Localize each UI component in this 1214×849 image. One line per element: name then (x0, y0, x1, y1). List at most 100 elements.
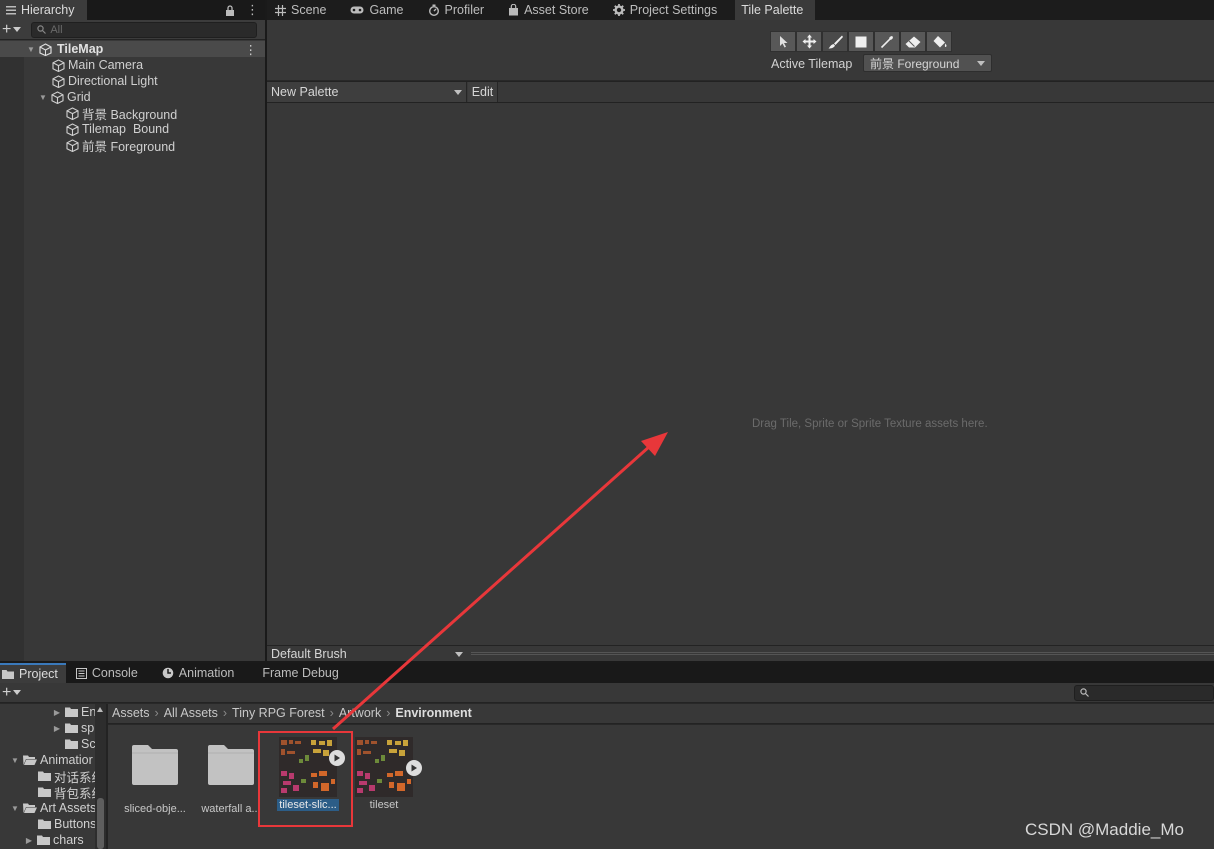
rectangle-icon (855, 36, 867, 48)
tab-label: Console (91, 666, 138, 680)
create-dropdown-button[interactable]: + (0, 20, 22, 38)
item-label: chars (53, 833, 84, 847)
tab-label: Animation (178, 666, 235, 680)
edit-palette-button[interactable]: Edit (468, 82, 498, 102)
chevron-down-icon[interactable]: ▼ (10, 755, 20, 765)
brush-icon (828, 35, 843, 49)
folder-icon (37, 835, 50, 845)
create-asset-dropdown-button[interactable]: + (0, 683, 22, 701)
tab-game[interactable]: Game (334, 0, 411, 20)
bag-icon (508, 4, 519, 16)
tab-profiler[interactable]: Profiler (412, 0, 493, 20)
play-icon[interactable] (406, 760, 422, 776)
tree-item-art-assets[interactable]: ▼ Art Assets (10, 800, 96, 816)
item-label: Art Assets (40, 801, 97, 815)
eraser-tool-button[interactable] (900, 31, 926, 52)
tree-item-chars[interactable]: ▶ chars (24, 832, 84, 848)
hierarchy-item-directional-light[interactable]: Directional Light (52, 73, 158, 89)
folder-icon (65, 739, 78, 749)
tree-scrollbar[interactable] (95, 704, 106, 849)
chevron-down-icon[interactable]: ▼ (38, 92, 48, 102)
folder-open-icon (23, 803, 37, 813)
tab-animation[interactable]: Animation (146, 663, 243, 683)
select-tool-button[interactable] (770, 31, 796, 52)
hierarchy-item-background[interactable]: 背景 Background (66, 105, 177, 122)
breadcrumb-item-environment[interactable]: Environment (395, 706, 471, 720)
grid-icon (275, 4, 286, 16)
tab-project-settings[interactable]: Project Settings (597, 0, 726, 20)
lock-icon[interactable] (220, 0, 240, 20)
top-tabbar: Scene Game Profiler Asset Store Project … (267, 0, 1214, 20)
hierarchy-item-main-camera[interactable]: Main Camera (52, 57, 143, 73)
tab-hierarchy[interactable]: Hierarchy (0, 0, 87, 20)
breadcrumb-bar: Assets › All Assets › Tiny RPG Forest › … (108, 704, 1214, 724)
search-placeholder: All (50, 23, 63, 36)
project-search-input[interactable] (1074, 684, 1214, 701)
item-label: sp (81, 721, 95, 735)
move-tool-button[interactable] (796, 31, 822, 52)
chevron-right-icon[interactable]: ▶ (52, 723, 62, 733)
chevron-down-icon[interactable]: ▼ (26, 44, 36, 54)
tree-item-sp[interactable]: ▶ sp (52, 720, 94, 736)
search-icon (1080, 688, 1089, 697)
hierarchy-tabbar: Hierarchy ⋮ (0, 0, 265, 20)
project-toolbar: + (0, 683, 1214, 703)
palette-select-dropdown[interactable]: New Palette (267, 82, 467, 102)
tab-label: Game (369, 3, 404, 17)
tab-project[interactable]: Project (0, 663, 66, 683)
chevron-right-icon[interactable]: ▶ (24, 835, 34, 845)
palette-drop-area[interactable]: Drag Tile, Sprite or Sprite Texture asse… (267, 103, 1214, 645)
folder-icon (2, 669, 14, 679)
brush-splitter-handle[interactable] (471, 652, 1214, 655)
breadcrumb-item-all-assets[interactable]: All Assets (164, 706, 218, 720)
item-label: En (81, 705, 97, 719)
hierarchy-search-input[interactable]: All (31, 21, 258, 38)
hierarchy-panel: Hierarchy ⋮ + All ▼ TileMap ⋮ Main Camer… (0, 0, 265, 661)
chevron-right-icon[interactable]: ▶ (52, 707, 62, 717)
tab-tile-palette[interactable]: Tile Palette (735, 0, 816, 20)
console-icon (75, 667, 87, 679)
list-icon (6, 5, 16, 15)
scrollbar-thumb[interactable] (97, 798, 104, 849)
paint-brush-tool-button[interactable] (822, 31, 848, 52)
chevron-down-icon (977, 60, 985, 66)
item-label: Directional Light (68, 74, 158, 88)
gameobject-cube-icon (51, 90, 64, 104)
tab-asset-store[interactable]: Asset Store (492, 0, 597, 20)
plus-icon: + (2, 683, 12, 701)
dropdown-value: Default Brush (271, 647, 347, 661)
picker-tool-button[interactable] (874, 31, 900, 52)
brush-dropdown[interactable]: Default Brush (267, 646, 467, 662)
hierarchy-item-foreground[interactable]: 前景 Foreground (66, 137, 175, 154)
scene-row[interactable]: ▼ TileMap ⋮ (0, 41, 265, 57)
gameobject-cube-icon (66, 122, 79, 136)
tab-console[interactable]: Console (66, 663, 146, 683)
tree-item-en[interactable]: ▶ En (52, 704, 96, 720)
asset-tileset[interactable]: tileset (344, 737, 424, 811)
search-icon (37, 25, 47, 34)
tab-frame-debug[interactable]: Frame Debug (242, 663, 346, 683)
tab-label: Profiler (444, 3, 485, 17)
tab-scene[interactable]: Scene (267, 0, 334, 20)
gear-icon (612, 4, 625, 16)
folder-icon (38, 771, 51, 781)
plus-icon: + (2, 20, 12, 38)
active-tilemap-dropdown[interactable]: 前景 Foreground (863, 54, 992, 72)
scroll-up-icon[interactable] (97, 707, 103, 712)
chevron-down-icon[interactable]: ▼ (10, 803, 20, 813)
watermark: CSDN @Maddie_Mo (1025, 820, 1184, 839)
tab-label: Scene (291, 3, 327, 17)
asset-folder-sliced-objects[interactable]: sliced-obje... (115, 743, 195, 815)
breadcrumb-item-tiny-rpg-forest[interactable]: Tiny RPG Forest (232, 706, 325, 720)
tree-item-buttons[interactable]: Buttons (38, 816, 96, 832)
breadcrumb-item-artwork[interactable]: Artwork (339, 706, 381, 720)
scene-menu-icon[interactable]: ⋮ (245, 42, 258, 57)
stopwatch-icon (428, 4, 440, 16)
box-fill-tool-button[interactable] (848, 31, 874, 52)
breadcrumb-item-assets[interactable]: Assets (112, 706, 150, 720)
fill-tool-button[interactable] (926, 31, 952, 52)
cursor-arrow-icon (777, 35, 789, 48)
drop-hint-text: Drag Tile, Sprite or Sprite Texture asse… (752, 418, 988, 430)
more-options-icon[interactable]: ⋮ (240, 0, 265, 20)
chevron-down-icon (13, 690, 22, 695)
